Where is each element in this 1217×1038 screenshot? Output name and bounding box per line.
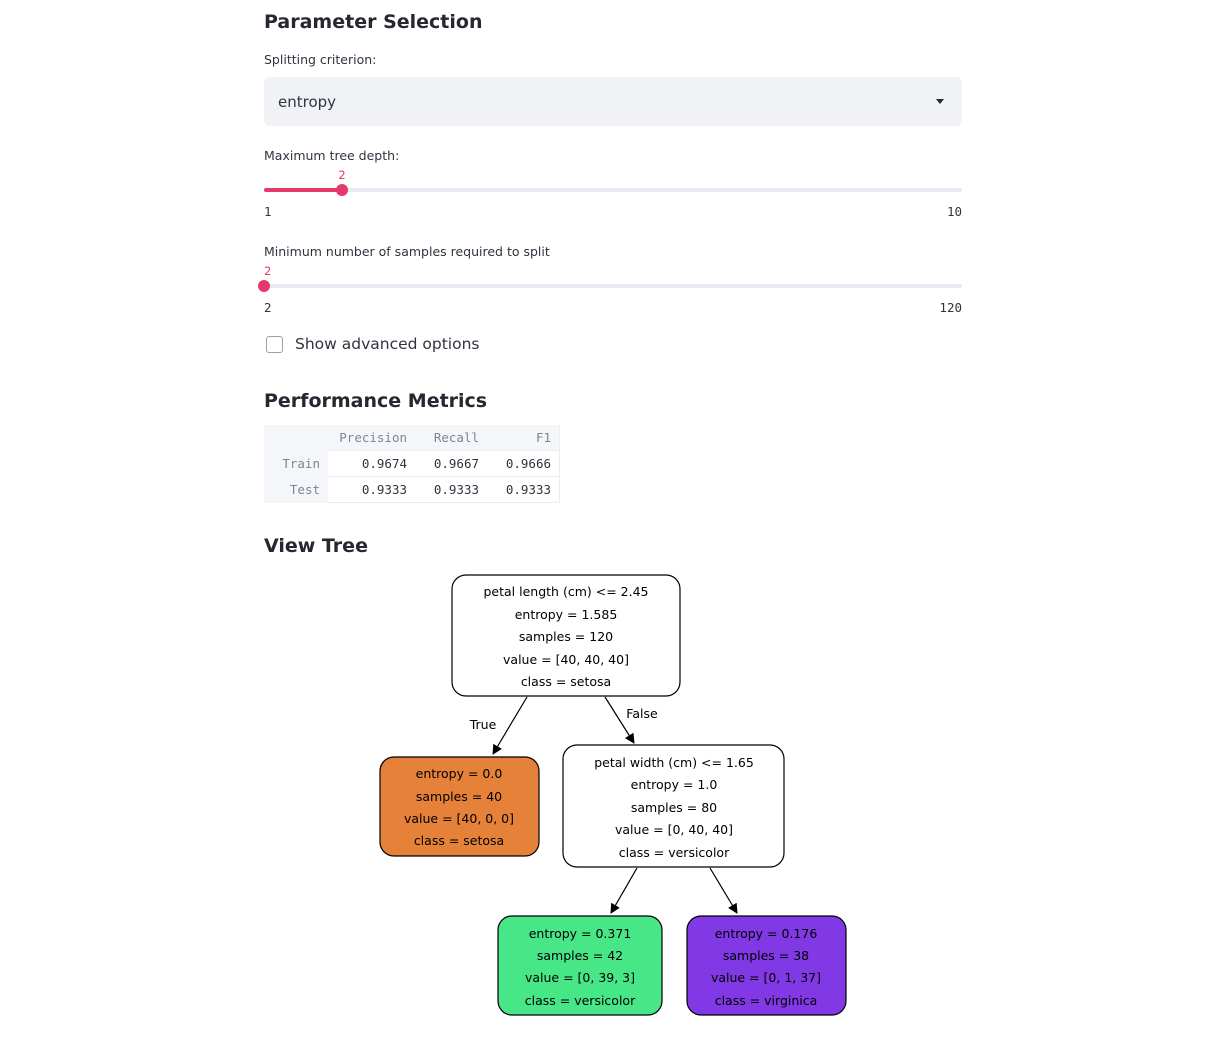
node-line: petal length (cm) <= 2.45 — [484, 584, 649, 599]
node-line: entropy = 0.176 — [715, 926, 818, 941]
node-line: entropy = 0.371 — [529, 926, 632, 941]
node-line: value = [40, 40, 40] — [503, 652, 629, 667]
node-line: class = versicolor — [619, 845, 730, 860]
edge-right-left — [610, 867, 638, 914]
node-line: samples = 42 — [537, 948, 623, 963]
node-line: value = [0, 40, 40] — [615, 822, 733, 837]
node-line: value = [0, 1, 37] — [711, 970, 821, 985]
node-line: samples = 40 — [416, 789, 502, 804]
node-line: entropy = 1.585 — [515, 607, 618, 622]
node-line: samples = 80 — [631, 800, 717, 815]
edge-false-label: False — [626, 706, 658, 721]
tree-node-root: petal length (cm) <= 2.45 entropy = 1.58… — [451, 574, 681, 697]
node-line: samples = 38 — [723, 948, 809, 963]
edge-true-label: True — [469, 717, 497, 732]
decision-tree-graph: True False petal length (cm) <= 2.45 ent… — [379, 574, 847, 1016]
edge-true — [492, 696, 528, 755]
tree-node-right: petal width (cm) <= 1.65 entropy = 1.0 s… — [562, 744, 785, 868]
tree-node-right-right-leaf: entropy = 0.176 samples = 38 value = [0,… — [686, 915, 847, 1016]
tree-node-left-leaf: entropy = 0.0 samples = 40 value = [40, … — [379, 756, 540, 857]
edge-right-right — [709, 867, 738, 914]
node-line: class = setosa — [521, 674, 611, 689]
node-line: class = virginica — [715, 993, 818, 1008]
node-line: entropy = 0.0 — [416, 766, 503, 781]
node-line: entropy = 1.0 — [631, 777, 718, 792]
node-line: value = [0, 39, 3] — [525, 970, 635, 985]
node-line: value = [40, 0, 0] — [404, 811, 514, 826]
node-line: petal width (cm) <= 1.65 — [594, 755, 754, 770]
tree-node-right-left-leaf: entropy = 0.371 samples = 42 value = [0,… — [497, 915, 663, 1016]
node-line: samples = 120 — [519, 629, 613, 644]
node-line: class = versicolor — [525, 993, 636, 1008]
node-line: class = setosa — [414, 833, 504, 848]
